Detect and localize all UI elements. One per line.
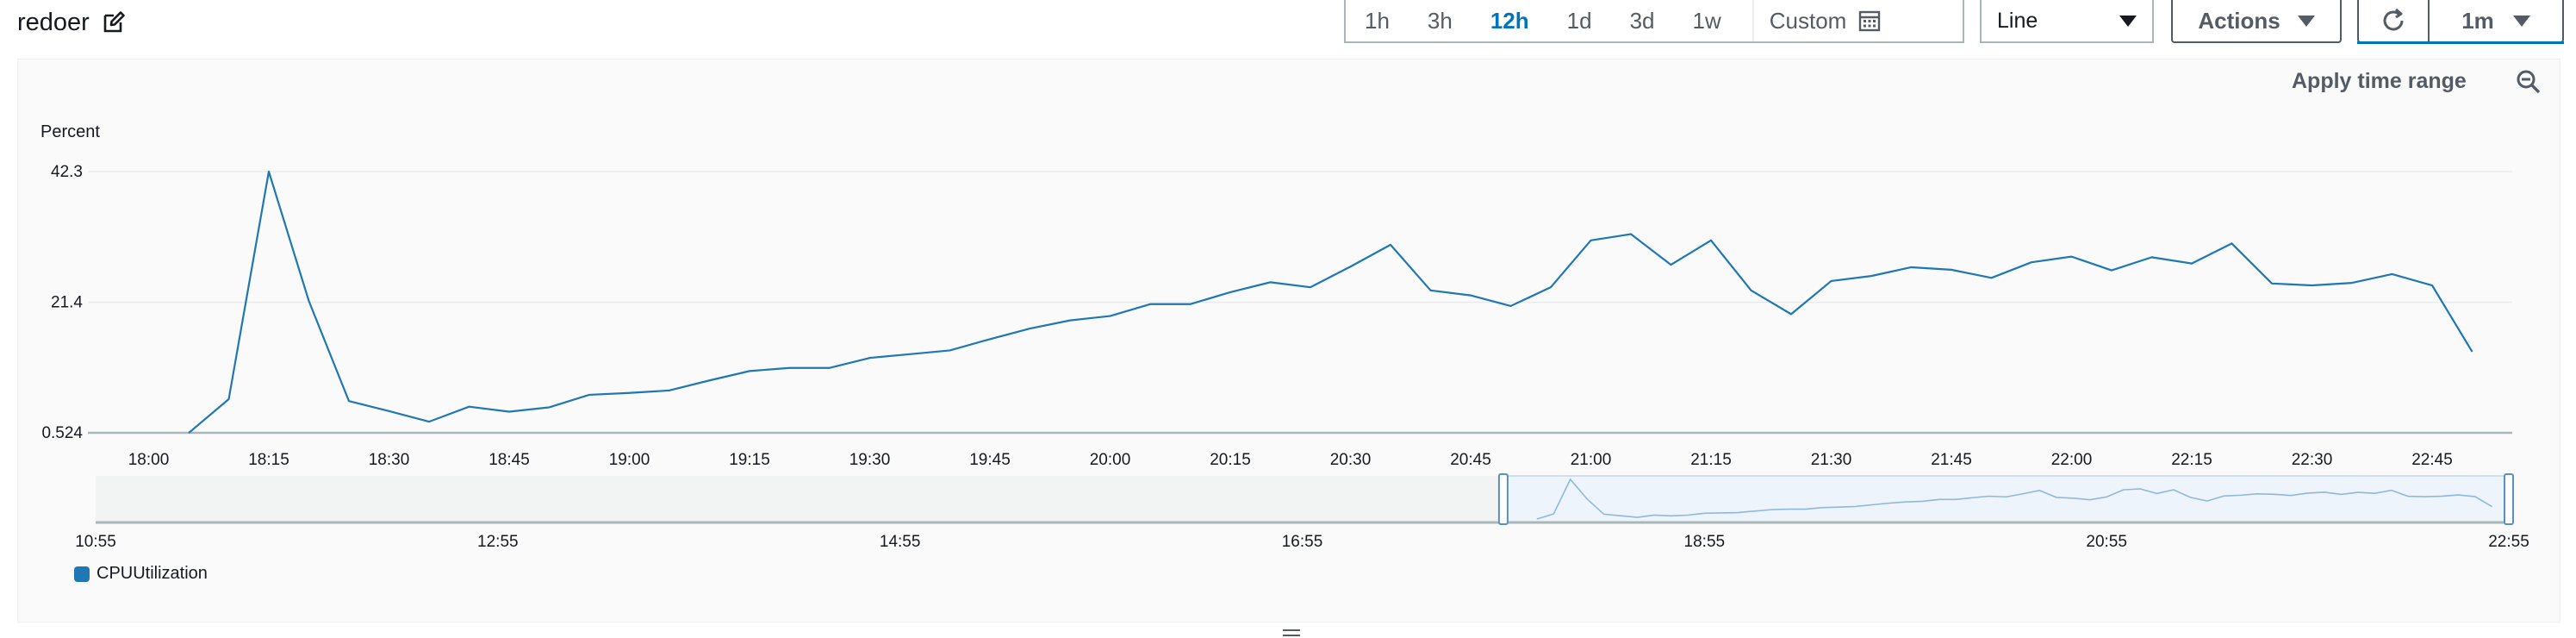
x-axis-ticks: 18:00 18:15 18:30 18:45 19:00 19:15 19:30 19:45…: [128, 451, 2453, 469]
y-axis-ticks: 42.3 21.4 0.524: [41, 163, 83, 442]
x-tick-label: 21:45: [1931, 451, 1972, 469]
y-axis-label: Percent: [40, 122, 100, 141]
navigator-right-handle[interactable]: [2504, 473, 2514, 525]
time-navigator[interactable]: 10:55 12:55 14:55 16:55 18:55 20:55 22:55: [75, 473, 2529, 551]
x-tick-label: 20:45: [1450, 451, 1491, 469]
x-tick-label: 22:30: [2292, 451, 2333, 469]
x-tick-label: 19:30: [849, 451, 891, 469]
x-tick-label: 21:15: [1690, 451, 1732, 469]
x-tick-label: 20:15: [1210, 451, 1251, 469]
navigator-tick-label: 10:55: [75, 533, 116, 551]
x-tick-label: 19:00: [609, 451, 650, 469]
resize-handle-icon[interactable]: [1282, 628, 1301, 638]
navigator-tick-label: 12:55: [477, 533, 519, 551]
x-tick-label: 20:00: [1090, 451, 1131, 469]
legend-item-cpuutilization[interactable]: CPUUtilization: [74, 564, 208, 584]
x-tick-label: 19:15: [729, 451, 770, 469]
y-tick-label: 21.4: [51, 294, 83, 312]
navigator-tick-label: 20:55: [2086, 533, 2127, 551]
x-tick-label: 18:15: [248, 451, 289, 469]
grid-lines: [88, 171, 2512, 435]
y-tick-label: 0.524: [41, 424, 83, 442]
cpu-utilization-chart[interactable]: Percent 42.321.40.524 18:00 18:15 18:30 18:…: [0, 0, 2576, 638]
x-tick-label: 18:30: [369, 451, 410, 469]
x-tick-label: 21:30: [1811, 451, 1852, 469]
navigator-left-handle[interactable]: [1497, 473, 1509, 525]
legend-label: CPUUtilization: [96, 564, 208, 583]
x-tick-label: 19:45: [969, 451, 1011, 469]
x-tick-label: 20:30: [1330, 451, 1372, 469]
x-tick-label: 22:00: [2051, 451, 2093, 469]
x-tick-label: 22:15: [2171, 451, 2212, 469]
legend-swatch: [74, 566, 90, 582]
navigator-tick-label: 16:55: [1282, 533, 1323, 551]
navigator-tick-label: 14:55: [880, 533, 921, 551]
navigator-tick-label: 18:55: [1684, 533, 1726, 551]
x-tick-label: 21:00: [1571, 451, 1612, 469]
y-tick-label: 42.3: [51, 163, 83, 181]
x-tick-label: 18:45: [488, 451, 530, 469]
navigator-tick-label: 22:55: [2488, 533, 2529, 551]
x-tick-label: 18:00: [128, 451, 170, 469]
x-tick-label: 22:45: [2411, 451, 2453, 469]
